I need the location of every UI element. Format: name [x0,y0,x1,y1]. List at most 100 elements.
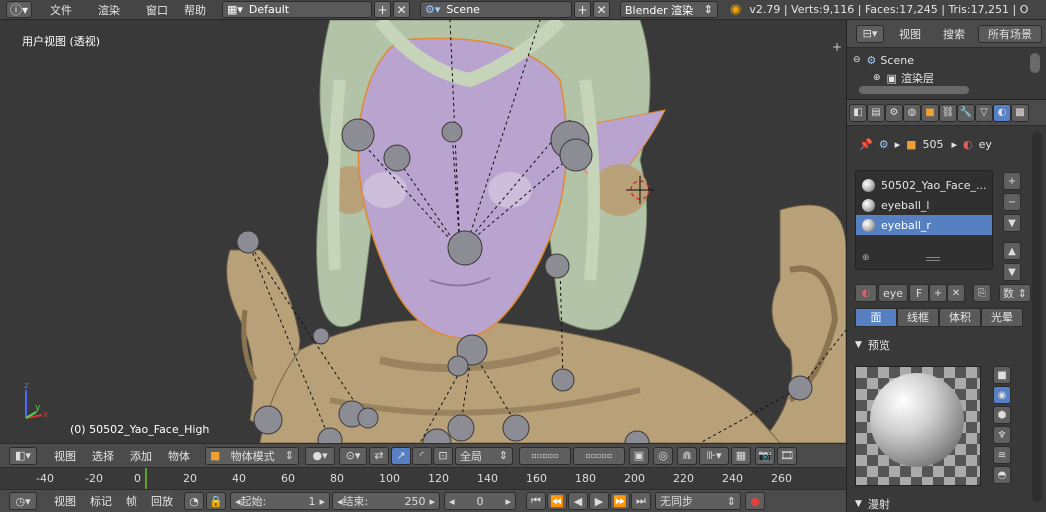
end-frame-field[interactable]: ◂ 结束: 250 ▸ [332,492,440,510]
preview-range-toggle[interactable]: ◔ [184,492,204,510]
jump-start-button[interactable]: ⏮ [526,492,546,510]
tab-halo[interactable]: 光晕 [981,307,1023,327]
proportional-edit-icon[interactable]: ◎ [653,446,673,465]
translate-manipulator[interactable]: ↗ [391,446,411,465]
outliner-editor-type-button[interactable]: ⊟▾ [856,24,884,43]
list-filter-icon[interactable]: ⊕ [862,253,870,263]
timeline-editor-type-button[interactable]: ◷▾ [9,492,37,510]
material-slot[interactable]: eyeball_l [856,195,992,215]
tab-render-icon[interactable]: ◧ [849,103,867,122]
rotate-manipulator[interactable]: ◜ [412,446,432,465]
outliner-scrollbar[interactable] [859,86,969,94]
tab-scene-icon[interactable]: ⚙ [885,103,903,122]
current-frame-indicator[interactable] [145,468,147,490]
new-material-button[interactable]: + [929,284,947,302]
layers-grid-a[interactable]: ▫▫▫▫▫ [519,446,571,465]
viewport-plus-icon[interactable]: + [832,40,844,54]
layout-selector[interactable]: ▦▾ Default [222,1,372,18]
tab-object-icon[interactable]: ■ [921,103,939,122]
scene-selector[interactable]: ⚙▾ Scene [420,1,572,18]
pin-icon[interactable]: 📌 [859,138,873,151]
diffuse-panel-header[interactable]: ▼ 漫射 [855,496,1023,512]
fake-user-button[interactable]: F [909,284,929,302]
material-browse-button[interactable]: ◐ [855,284,877,302]
menu-add[interactable]: 添加 [123,448,159,464]
preview-hair-icon[interactable]: ≋ [993,446,1011,464]
manipulator-toggle[interactable]: ⇄ [369,446,389,465]
timeline-ruler[interactable]: -40 -20 0 20 40 60 80 100 120 140 160 180 200 220 240 2… [0,467,846,490]
tab-volume[interactable]: 体积 [939,307,981,327]
tab-data-icon[interactable]: ▽ [975,103,993,122]
record-button[interactable]: ● [745,492,765,510]
tab-wire[interactable]: 线框 [897,307,939,327]
start-frame-field[interactable]: ◂ 起始: 1 ▸ [230,492,330,510]
preview-sky-icon[interactable]: ◓ [993,466,1011,484]
preview-monkey-icon[interactable]: ♆ [993,426,1011,444]
render-engine-select[interactable]: Blender 渲染 ⇕ [620,1,718,18]
menu-select[interactable]: 选择 [85,448,121,464]
remove-scene-button[interactable]: ✕ [593,1,610,18]
pivot-button[interactable]: ⊙▾ [339,446,367,465]
list-resize-handle[interactable] [926,257,940,261]
lock-range-icon[interactable]: 🔒 [206,492,226,510]
shading-button[interactable]: ●▾ [305,446,335,465]
remove-layout-button[interactable]: ✕ [393,1,410,18]
menu-timeline-view[interactable]: 视图 [47,493,83,509]
editor-type-button[interactable]: ◧▾ [9,446,37,465]
material-name-field[interactable]: eye [878,284,908,302]
outliner-vscroll[interactable] [1030,53,1040,73]
layer-lock-icon[interactable]: ▣ [629,446,649,465]
sync-select[interactable]: 无同步 ⇕ [655,492,741,510]
render-anim-icon[interactable]: 🎞 [777,446,797,465]
jump-end-button[interactable]: ⏭ [631,492,651,510]
tab-world-icon[interactable]: ◍ [903,103,921,122]
current-frame-field[interactable]: ◂ 0 ▸ [444,492,516,510]
add-layout-button[interactable]: + [374,1,391,18]
snap-grid-icon[interactable]: ▦ [731,446,751,465]
unlink-material-button[interactable]: ✕ [947,284,965,302]
tab-renderlayer-icon[interactable]: ▤ [867,103,885,122]
preview-sphere-icon[interactable]: ◉ [993,386,1011,404]
move-slot-down-button[interactable]: ▼ [1003,263,1021,281]
outliner-item-scene[interactable]: ⊖ ⚙ Scene [853,51,914,69]
snap-target-icon[interactable]: ⊪▾ [699,446,729,465]
jump-keyframe-back-button[interactable]: ⏪ [547,492,567,510]
menu-window[interactable]: 窗口 [138,2,176,18]
add-slot-button[interactable]: + [1003,172,1021,190]
render-still-icon[interactable]: 📷 [755,446,775,465]
menu-object[interactable]: 物体 [161,448,197,464]
snap-icon[interactable]: ⋒ [677,446,697,465]
clipboard-icon[interactable]: ⎘ [973,284,991,302]
play-button[interactable]: ▶ [589,492,609,510]
layers-grid-b[interactable]: ▫▫▫▫▫ [573,446,625,465]
3d-viewport[interactable]: z y x 用户视图 (透视) (0) 50502_Yao_Face_High … [0,20,846,443]
tab-constraints-icon[interactable]: ⛓ [939,103,957,122]
jump-keyframe-forward-button[interactable]: ⏩ [610,492,630,510]
preview-panel-header[interactable]: ▼ 预览 [855,336,1023,354]
properties-scrollbar[interactable] [1032,132,1042,502]
menu-frame[interactable]: 帧 [119,493,144,509]
data-link-select[interactable]: 数 ⇕ [999,284,1031,302]
add-scene-button[interactable]: + [574,1,591,18]
move-slot-up-button[interactable]: ▲ [1003,242,1021,260]
tab-surface[interactable]: 面 [855,307,897,327]
mode-select[interactable]: ■ 物体模式 ⇕ [205,446,299,465]
slot-specials-button[interactable]: ▼ [1003,214,1021,232]
menu-outliner-view[interactable]: 视图 [892,26,928,42]
preview-flat-icon[interactable]: ■ [993,366,1011,384]
tab-modifiers-icon[interactable]: 🔧 [957,103,975,122]
tab-texture-icon[interactable]: ▩ [1011,103,1029,122]
outliner-filter-select[interactable]: 所有场景 [978,24,1042,43]
material-slot[interactable]: eyeball_r [856,215,992,235]
menu-outliner-search[interactable]: 搜索 [936,26,972,42]
menu-view[interactable]: 视图 [47,448,83,464]
material-slot[interactable]: 50502_Yao_Face_... [856,175,992,195]
remove-slot-button[interactable]: − [1003,193,1021,211]
info-editor-icon[interactable]: ⓘ▾ [6,1,32,18]
tab-material-icon[interactable]: ◐ [993,103,1011,122]
menu-marker[interactable]: 标记 [83,493,119,509]
menu-help[interactable]: 帮助 [176,2,214,18]
orientation-select[interactable]: 全局 ⇕ [455,446,513,465]
play-reverse-button[interactable]: ◀ [568,492,588,510]
outliner-item-renderlayers[interactable]: ⊕ ▣ 渲染层 [873,69,934,87]
